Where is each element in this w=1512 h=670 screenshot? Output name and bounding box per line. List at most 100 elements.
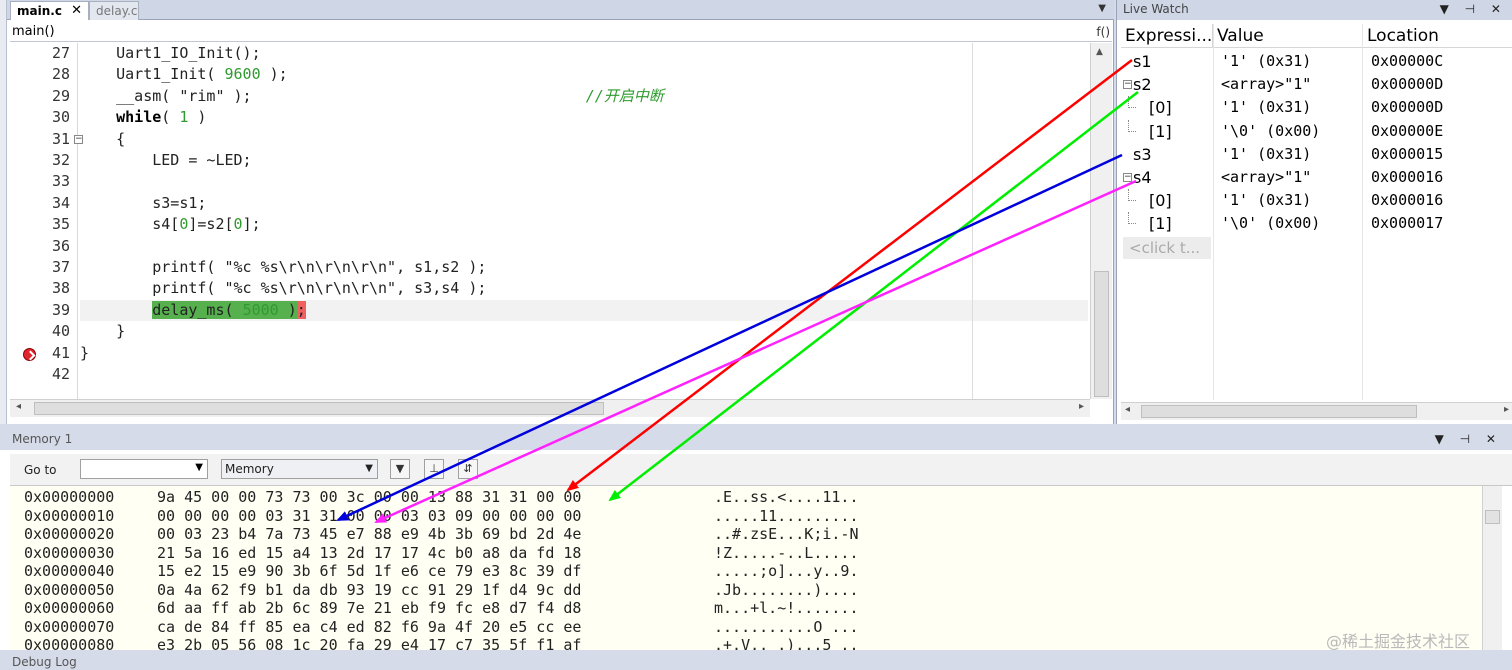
line-number-text: 29 [51, 86, 70, 105]
code-line[interactable]: printf( "%c %s\r\n\r\n\r\n", s3,s4 ); [80, 278, 1088, 299]
watch-row[interactable]: s3 '1' (0x31) 0x000015 [1121, 143, 1512, 166]
code-line[interactable] [80, 236, 1088, 257]
chevron-down-icon[interactable]: ▼ [195, 462, 203, 473]
code-token: ]; [242, 215, 261, 234]
line-number-text: 31 [51, 129, 70, 148]
tab-delay-c[interactable]: delay.c [89, 1, 139, 20]
memory-save-icon[interactable]: ⇵ [458, 459, 478, 479]
scroll-thumb[interactable] [1485, 510, 1500, 524]
code-area[interactable]: Uart1_IO_Init(); Uart1_Init( 9600 ); __a… [80, 43, 1088, 399]
code-line[interactable]: LED = ~LED; [80, 150, 1088, 171]
code-line[interactable]: while( 1 ) [80, 107, 1088, 128]
watch-row[interactable]: − s2 <array>"1" 0x00000D [1121, 73, 1512, 96]
scroll-thumb[interactable] [1094, 271, 1109, 397]
scroll-right-icon[interactable]: ▸ [1079, 401, 1084, 412]
line-number[interactable]: 35 [28, 214, 70, 235]
scroll-left-icon[interactable]: ◂ [1125, 404, 1130, 415]
tree-connector [1128, 96, 1136, 109]
watch-row[interactable]: [1] '\0' (0x00) 0x000017 [1121, 212, 1512, 235]
watch-location: 0x000017 [1371, 214, 1444, 233]
line-number[interactable]: 38 [28, 278, 70, 299]
memory-dump[interactable]: 0x00000000 9a 45 00 00 73 73 00 3c 00 00 … [10, 486, 1482, 654]
column-header-value[interactable]: Value [1213, 24, 1363, 48]
memory-vertical-scrollbar[interactable] [1482, 486, 1502, 650]
code-line[interactable]: } [80, 343, 1088, 364]
line-number-gutter[interactable]: 27 28 29 30 31 32 33 34 35 36 37 38 39 40 41 42− [10, 43, 83, 399]
column-header-expression[interactable]: Expressi... [1121, 24, 1213, 48]
line-number[interactable]: 40 [28, 321, 70, 342]
memory-address: 0x00000070 [24, 617, 115, 636]
chevron-down-icon[interactable]: ▼ [365, 460, 373, 478]
code-line[interactable]: Uart1_IO_Init(); [80, 43, 1088, 64]
code-line[interactable]: { [80, 129, 1088, 150]
debug-log-title[interactable]: Debug Log [0, 650, 1512, 670]
function-list-icon[interactable]: f() [1096, 22, 1110, 42]
pane-controls-icon[interactable]: ▼ ⊣ ✕ [1440, 0, 1507, 18]
code-line[interactable]: s4[0]=s2[0]; [80, 214, 1088, 235]
line-number[interactable]: 33 [28, 171, 70, 192]
watch-row[interactable]: s1 '1' (0x31) 0x00000C [1121, 50, 1512, 73]
watch-row[interactable]: [0] '1' (0x31) 0x000016 [1121, 189, 1512, 212]
memory-title-bar: Memory 1 ▼ ⊣ ✕ [0, 428, 1512, 450]
line-number[interactable]: 28 [28, 64, 70, 85]
tree-connector [1128, 212, 1136, 225]
memory-zone-select[interactable]: Memory ▼ [221, 459, 378, 479]
tab-main-c[interactable]: main.c ✕ [10, 1, 89, 20]
tab-list-dropdown-icon[interactable]: ▼ [1098, 3, 1106, 14]
line-number-text: 36 [51, 236, 70, 255]
line-number[interactable]: 27 [28, 43, 70, 64]
code-line[interactable] [80, 171, 1088, 192]
line-number-text: 35 [51, 215, 70, 234]
code-token: } [80, 343, 90, 362]
collapse-icon[interactable]: − [1123, 173, 1132, 182]
code-line[interactable]: } [80, 321, 1088, 342]
line-number[interactable]: 32 [28, 150, 70, 171]
function-scope-label: main() [12, 24, 55, 39]
close-icon[interactable]: ✕ [71, 2, 82, 20]
editor-horizontal-scrollbar[interactable]: ◂ ▸ [10, 399, 1090, 417]
goto-address-input[interactable]: ▼ [80, 459, 208, 479]
code-line[interactable]: delay_ms( 5000 ); [80, 300, 1088, 321]
scroll-left-icon[interactable]: ◂ [16, 401, 21, 412]
line-number[interactable]: 30 [28, 107, 70, 128]
display-format-button[interactable]: ▼ [390, 459, 410, 479]
function-scope-bar[interactable]: main() f() [10, 22, 1112, 42]
line-number[interactable]: 34 [28, 193, 70, 214]
watch-row[interactable]: [1] '\0' (0x00) 0x00000E [1121, 119, 1512, 143]
memory-address: 0x00000060 [24, 599, 115, 617]
tree-connector [1128, 189, 1136, 202]
watch-expression: [0] [1149, 191, 1172, 211]
watch-value: '1' (0x31) [1221, 98, 1312, 117]
code-line[interactable] [80, 364, 1088, 385]
pane-controls-icon[interactable]: ▼ ⊣ ✕ [1435, 428, 1502, 450]
code-token: Uart1_Init( [80, 65, 225, 84]
line-number[interactable]: 31 [28, 129, 70, 150]
line-number[interactable]: 39 [28, 300, 70, 321]
memory-toolbar: Go to ▼ Memory ▼ ▼ ⊥ ⇵ [10, 454, 1512, 486]
line-number-text: 33 [51, 172, 70, 191]
watch-value: '1' (0x31) [1221, 52, 1312, 70]
line-number[interactable]: 37 [28, 257, 70, 278]
watch-horizontal-scrollbar[interactable]: ◂ ▸ [1121, 402, 1512, 420]
line-number[interactable]: 42 [28, 364, 70, 385]
watermark: @稀土掘金技术社区 [1326, 632, 1471, 651]
code-line[interactable]: s3=s1; [80, 193, 1088, 214]
watch-row[interactable]: − s4 <array>"1" 0x000016 [1121, 166, 1512, 189]
scroll-thumb[interactable] [1141, 405, 1417, 418]
code-token: } [80, 322, 126, 341]
memory-fill-icon[interactable]: ⊥ [424, 459, 444, 479]
scroll-right-icon[interactable]: ▸ [1504, 404, 1509, 415]
collapse-icon[interactable]: − [1123, 80, 1132, 90]
watch-row[interactable]: [0] '1' (0x31) 0x00000D [1121, 96, 1512, 119]
add-watch-placeholder[interactable]: <click t... [1123, 237, 1211, 259]
editor-vertical-scrollbar[interactable]: ▲ [1090, 43, 1112, 399]
line-number[interactable]: 41 [28, 343, 70, 364]
line-number[interactable]: 36 [28, 236, 70, 257]
line-number[interactable]: 29 [28, 86, 70, 107]
code-line[interactable]: __asm( "rim" ); //开启中断 [80, 86, 1088, 107]
code-line[interactable]: Uart1_Init( 9600 ); [80, 64, 1088, 85]
scroll-up-icon[interactable]: ▲ [1096, 47, 1103, 57]
scroll-thumb[interactable] [34, 402, 604, 415]
column-header-location[interactable]: Location [1363, 24, 1512, 48]
code-line[interactable]: printf( "%c %s\r\n\r\n\r\n", s1,s2 ); [80, 257, 1088, 278]
